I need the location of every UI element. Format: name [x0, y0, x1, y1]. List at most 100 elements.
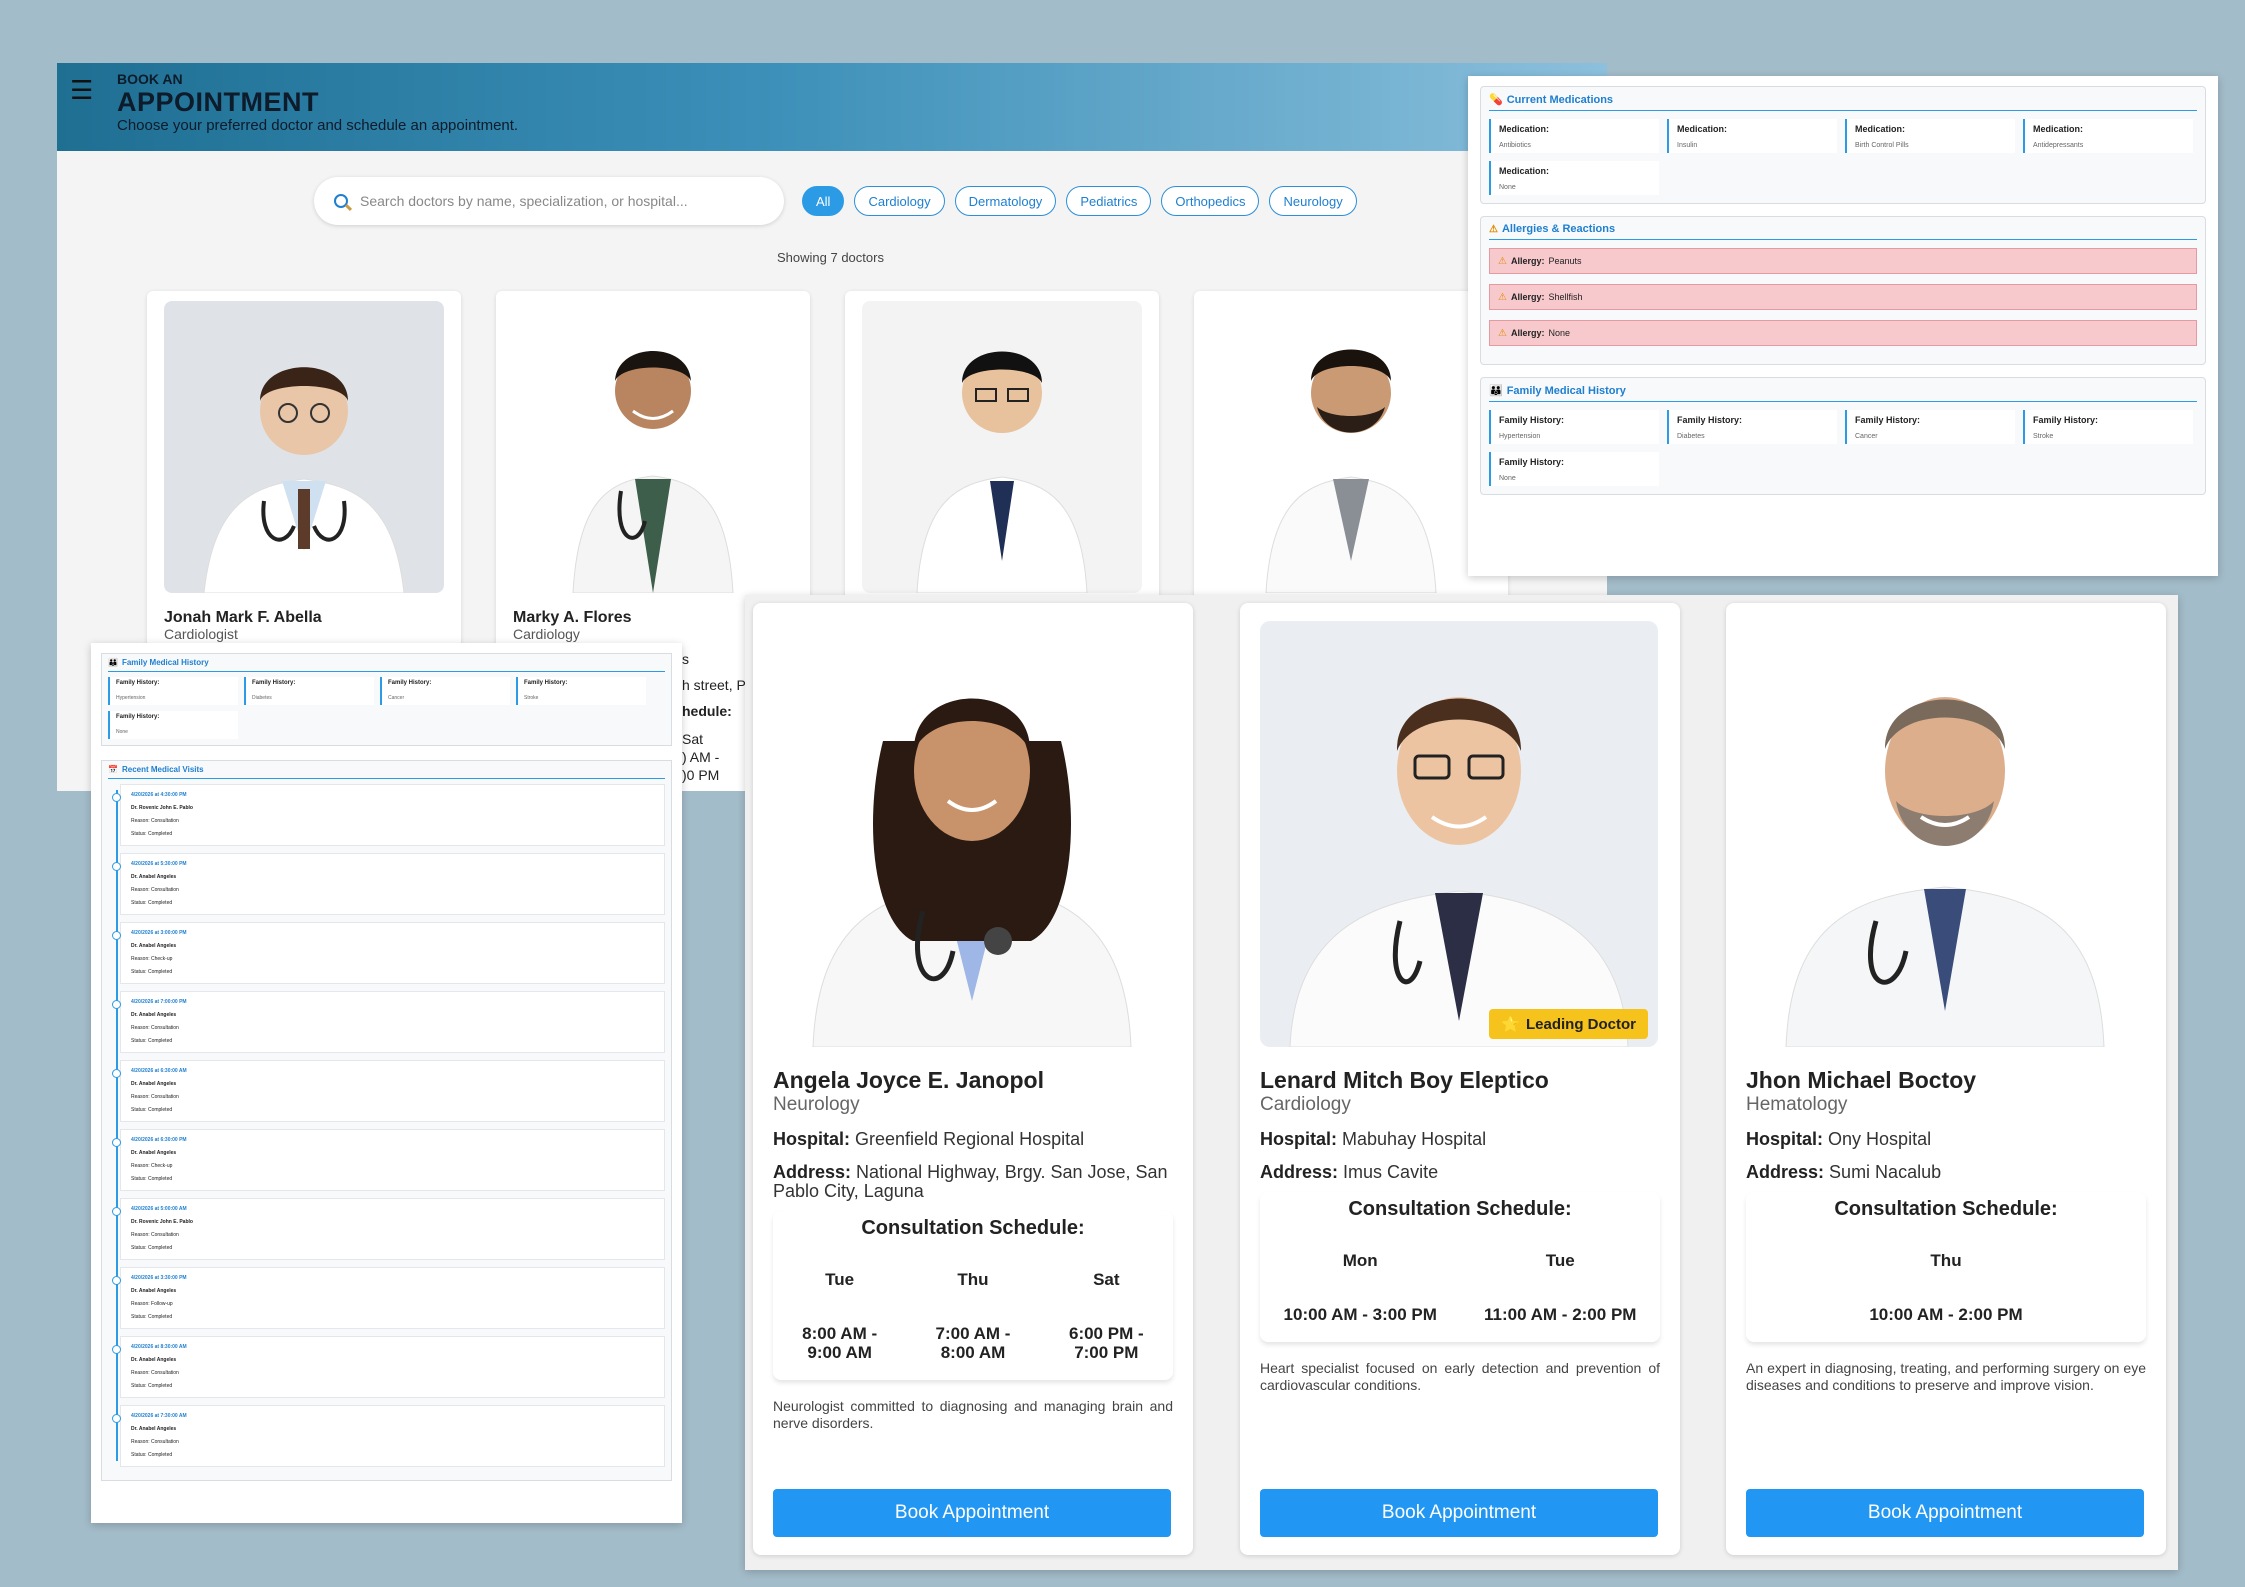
doctor-address: Address: Imus Cavite: [1260, 1162, 1439, 1182]
visit-reason: Reason: Follow-up: [131, 1301, 173, 1307]
visit-doctor: Dr. Anabel Angeles: [131, 1150, 177, 1156]
page-subtitle: Choose your preferred doctor and schedul…: [117, 117, 519, 134]
search-placeholder: Search doctors by name, specialization, …: [360, 193, 688, 209]
family-item: Family History: Hypertension: [1489, 410, 1659, 444]
page-header: ☰ BOOK AN APPOINTMENT Choose your prefer…: [57, 63, 1607, 151]
doctor-photo: [1211, 301, 1491, 593]
book-appointment-button[interactable]: Book Appointment: [1746, 1489, 2144, 1537]
visit-item: 4/20/2026 at 5:00:00 AM Dr. Rovenic John …: [112, 1198, 665, 1260]
star-icon: ⭐: [1501, 1016, 1520, 1033]
visit-status: Status: Completed: [131, 900, 173, 906]
visit-status: Status: Completed: [131, 969, 173, 975]
doctor-photo: [513, 301, 793, 593]
doctor-cards-window: Angela Joyce E. Janopol Neurology Hospit…: [745, 595, 2178, 1570]
warning-icon: ⚠: [1498, 255, 1507, 267]
medications-section: 💊 Current Medications Medication: Antibiot…: [1480, 86, 2206, 204]
doctor-card: ⭐ Leading Doctor Lenard Mitch Boy Eleptic…: [1240, 603, 1680, 1555]
visit-item: 4/20/2026 at 6:30:00 PM Dr. Anabel Angele…: [112, 1129, 665, 1191]
doctor-hospital: Hospital: Mabuhay Hospital: [1260, 1129, 1487, 1149]
doctor-specialty: Neurology: [773, 1094, 860, 1115]
header-small-title: BOOK AN: [117, 71, 183, 87]
consultation-schedule: Consultation Schedule: Mon 10:00 AM - 3:0…: [1260, 1192, 1660, 1342]
medication-item: Medication: Insulin: [1667, 119, 1837, 153]
visit-item: 4/20/2026 at 3:00:00 PM Dr. Anabel Angele…: [112, 922, 665, 984]
visit-date: 4/20/2026 at 7:30:00 AM: [131, 1413, 187, 1419]
medication-item: Medication: Antibiotics: [1489, 119, 1659, 153]
visit-doctor: Dr. Rovenic John E. Pablo: [131, 1219, 193, 1225]
allergy-item: ⚠ Allergy: None: [1489, 320, 2197, 346]
search-icon: [334, 194, 348, 208]
family-item: Family History: Stroke: [516, 677, 646, 705]
visit-item: 4/20/2026 at 5:30:00 PM Dr. Anabel Angele…: [112, 853, 665, 915]
family-icon: 👪: [108, 658, 118, 667]
filter-neurology[interactable]: Neurology: [1269, 186, 1357, 216]
visit-status: Status: Completed: [131, 831, 173, 837]
doctor-name: Jonah Mark F. Abella: [164, 609, 322, 626]
visit-reason: Reason: Consultation: [131, 1232, 179, 1238]
visit-doctor: Dr. Anabel Angeles: [131, 874, 177, 880]
doctor-specialty: Hematology: [1746, 1094, 1848, 1115]
allergy-item: ⚠ Allergy: Peanuts: [1489, 248, 2197, 274]
book-appointment-button[interactable]: Book Appointment: [773, 1489, 1171, 1537]
doctor-photo: [164, 301, 444, 593]
visit-item: 4/20/2026 at 6:30:00 AM Dr. Anabel Angele…: [112, 1060, 665, 1122]
doctor-hospital: Hospital: Greenfield Regional Hospital: [773, 1129, 1085, 1149]
doctor-name: Angela Joyce E. Janopol: [773, 1067, 1044, 1093]
filter-orthopedics[interactable]: Orthopedics: [1161, 186, 1260, 216]
visit-reason: Reason: Consultation: [131, 887, 179, 893]
results-count: Showing 7 doctors: [777, 250, 884, 265]
family-item: Family History: Hypertension: [108, 677, 238, 705]
family-item: Family History: None: [1489, 452, 1659, 486]
medication-item: Medication: None: [1489, 161, 1659, 195]
visit-date: 4/20/2026 at 7:00:00 PM: [131, 999, 187, 1005]
family-item: Family History: Stroke: [2023, 410, 2193, 444]
recent-visits-section: 📅 Recent Medical Visits 4/20/2026 at 4:30…: [101, 760, 672, 1481]
visit-doctor: Dr. Anabel Angeles: [131, 1012, 177, 1018]
allergy-item: ⚠ Allergy: Shellfish: [1489, 284, 2197, 310]
filter-dermatology[interactable]: Dermatology: [954, 186, 1057, 216]
visit-reason: Reason: Consultation: [131, 1025, 179, 1031]
medication-item: Medication: Antidepressants: [2023, 119, 2193, 153]
visit-status: Status: Completed: [131, 1038, 173, 1044]
schedule-day: Mon 10:00 AM - 3:00 PM: [1283, 1251, 1437, 1324]
doctor-name: Jhon Michael Boctoy: [1746, 1067, 1977, 1093]
visit-date: 4/20/2026 at 5:00:00 AM: [131, 1206, 187, 1212]
visit-reason: Reason: Check-up: [131, 1163, 173, 1169]
visit-date: 4/20/2026 at 6:30:00 AM: [131, 1068, 187, 1074]
schedule-day: Tue 11:00 AM - 2:00 PM: [1484, 1251, 1637, 1324]
visit-item: 4/20/2026 at 3:30:00 PM Dr. Anabel Angele…: [112, 1267, 665, 1329]
patient-records-panel: 💊 Current Medications Medication: Antibiot…: [1468, 76, 2218, 576]
family-history-section: 👪 Family Medical History Family History: H…: [101, 653, 672, 746]
search-input[interactable]: Search doctors by name, specialization, …: [314, 177, 784, 225]
visit-reason: Reason: Consultation: [131, 1439, 179, 1445]
medication-item: Medication: Birth Control Pills: [1845, 119, 2015, 153]
family-item: Family History: Cancer: [1845, 410, 2015, 444]
visit-status: Status: Completed: [131, 1452, 173, 1458]
schedule-day: Sat 6:00 PM - 7:00 PM: [1068, 1270, 1144, 1362]
pill-icon: 💊: [1489, 94, 1503, 106]
visit-date: 4/20/2026 at 3:30:00 PM: [131, 1275, 187, 1281]
filter-cardiology[interactable]: Cardiology: [854, 186, 945, 216]
visit-item: 4/20/2026 at 4:30:00 PM Dr. Rovenic John …: [112, 784, 665, 846]
visit-status: Status: Completed: [131, 1245, 173, 1251]
hamburger-icon[interactable]: ☰: [70, 75, 93, 106]
family-item: Family History: Diabetes: [1667, 410, 1837, 444]
filter-pediatrics[interactable]: Pediatrics: [1066, 186, 1152, 216]
visit-status: Status: Completed: [131, 1107, 173, 1113]
section-title: Allergies & Reactions: [1501, 223, 1616, 235]
visit-status: Status: Completed: [131, 1314, 173, 1320]
doctor-photo: [862, 301, 1142, 593]
family-icon: 👪: [1489, 385, 1503, 397]
visit-date: 4/20/2026 at 8:30:00 AM: [131, 1344, 187, 1350]
doctor-specialty: Cardiologist: [164, 626, 238, 642]
allergies-section: ⚠ Allergies & Reactions ⚠ Allergy: Peanuts …: [1480, 216, 2206, 365]
book-appointment-button[interactable]: Book Appointment: [1260, 1489, 1658, 1537]
visit-reason: Reason: Consultation: [131, 1370, 179, 1376]
warning-icon: ⚠: [1498, 327, 1507, 339]
visit-item: 4/20/2026 at 8:30:00 AM Dr. Anabel Angele…: [112, 1336, 665, 1398]
medical-history-panel: 👪 Family Medical History Family History: H…: [91, 643, 682, 1523]
doctor-description: An expert in diagnosing, treating, and p…: [1746, 1360, 2146, 1393]
doctor-card: Angela Joyce E. Janopol Neurology Hospit…: [753, 603, 1193, 1555]
filter-all[interactable]: All: [802, 186, 845, 216]
leading-doctor-badge: ⭐ Leading Doctor: [1489, 1009, 1648, 1039]
